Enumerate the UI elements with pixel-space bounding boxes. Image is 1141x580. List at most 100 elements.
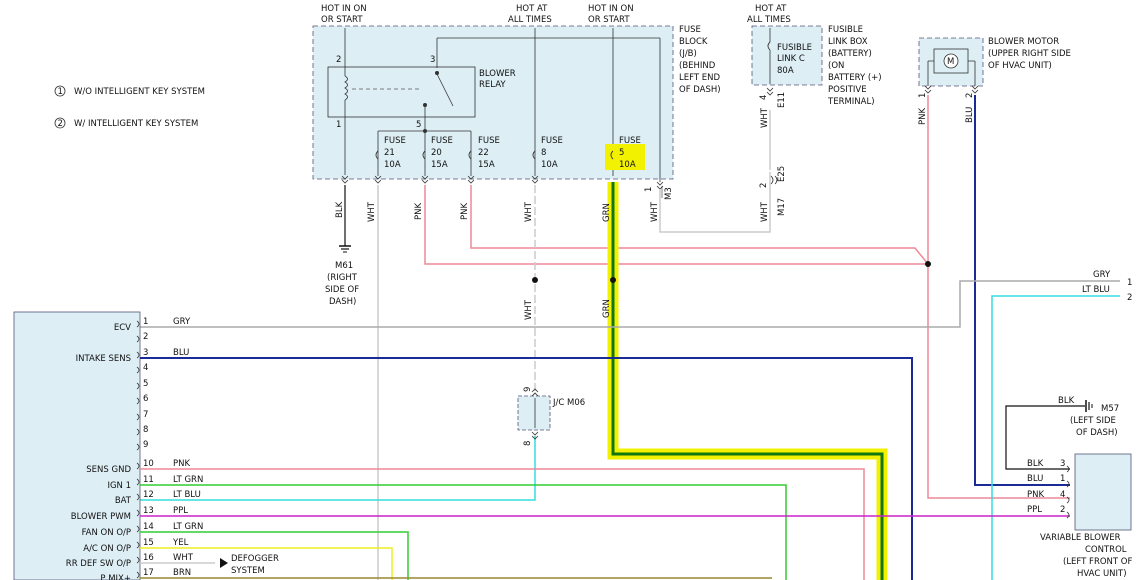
- legend-num-1: 1: [58, 87, 63, 97]
- ecu-pin-number: 14: [143, 522, 154, 532]
- svg-text:BATTERY (+): BATTERY (+): [828, 73, 882, 83]
- ecu-pin-name: SENS GND: [86, 465, 131, 475]
- svg-text:FUSE: FUSE: [541, 136, 563, 146]
- ecu-wire-color: WHT: [173, 553, 194, 563]
- svg-text:22: 22: [478, 148, 489, 158]
- fusible-link-box: FUSIBLE LINK C 80A FUSIBLE LINK BOX (BAT…: [751, 25, 882, 216]
- svg-text:BLK: BLK: [1058, 396, 1075, 406]
- ecu-pin-number: 15: [143, 538, 154, 548]
- svg-text:PNK: PNK: [460, 203, 470, 220]
- ecu-wire-color: PPL: [173, 506, 188, 516]
- svg-text:2: 2: [759, 183, 769, 188]
- svg-text:1: 1: [336, 120, 341, 130]
- svg-text:BLK: BLK: [1027, 459, 1044, 469]
- svg-text:2: 2: [336, 55, 341, 65]
- svg-text:PNK: PNK: [1027, 490, 1044, 500]
- svg-text:VARIABLE BLOWER: VARIABLE BLOWER: [1040, 533, 1121, 543]
- svg-text:OF HVAC UNIT): OF HVAC UNIT): [988, 61, 1052, 71]
- svg-text:M17: M17: [777, 198, 787, 216]
- ecu-wire-color: BLU: [173, 348, 189, 358]
- ecu-pin-name: RR DEF SW O/P: [66, 559, 131, 569]
- svg-text:LINK BOX: LINK BOX: [828, 37, 868, 47]
- svg-text:LINK C: LINK C: [777, 54, 805, 64]
- svg-text:LT BLU: LT BLU: [1082, 285, 1110, 295]
- svg-text:2: 2: [1060, 505, 1065, 515]
- svg-text:ALL TIMES: ALL TIMES: [508, 15, 552, 25]
- svg-text:1: 1: [1060, 474, 1065, 484]
- ecu-wire-color: PNK: [173, 459, 190, 469]
- ecu-pin-name: IGN 1: [107, 481, 131, 491]
- grn-circuit: [607, 182, 888, 580]
- svg-text:GRN: GRN: [602, 299, 612, 318]
- svg-text:WHT: WHT: [524, 201, 534, 222]
- ecu-pin-number: 17: [143, 568, 154, 578]
- svg-text:BLU: BLU: [1027, 474, 1043, 484]
- ecu-pin-name: P MIX+: [100, 574, 131, 580]
- svg-text:WHT: WHT: [760, 201, 770, 222]
- svg-text:HOT AT: HOT AT: [755, 4, 787, 14]
- ecu-pin-number: 5: [143, 379, 148, 389]
- svg-text:WHT: WHT: [650, 201, 660, 222]
- svg-text:BLOWER: BLOWER: [479, 69, 516, 79]
- blower-wiring-diagram: 1 W/O INTELLIGENT KEY SYSTEM 2 W/ INTELL…: [13, 4, 1132, 580]
- svg-text:WHT: WHT: [524, 299, 534, 320]
- svg-text:1: 1: [1127, 278, 1132, 288]
- ecu-pin-number: 16: [143, 553, 154, 563]
- svg-text:3: 3: [1060, 459, 1065, 469]
- ecu-wires: [140, 357, 1070, 580]
- svg-text:4: 4: [1060, 490, 1065, 500]
- svg-text:FUSE: FUSE: [384, 136, 406, 146]
- svg-text:HOT IN ON: HOT IN ON: [321, 4, 367, 14]
- svg-text:PPL: PPL: [1027, 505, 1042, 515]
- svg-text:20: 20: [431, 148, 442, 158]
- svg-text:1: 1: [918, 93, 928, 98]
- svg-text:BLOWER MOTOR: BLOWER MOTOR: [988, 37, 1059, 47]
- power-labels: HOT IN ON OR START HOT AT ALL TIMES HOT …: [321, 4, 791, 25]
- svg-text:BLU: BLU: [965, 107, 975, 123]
- svg-text:15A: 15A: [478, 160, 495, 170]
- ecu-wire-color: LT GRN: [173, 522, 203, 532]
- svg-text:POSITIVE: POSITIVE: [828, 85, 867, 95]
- ecu-pin-name: BLOWER PWM: [71, 512, 131, 522]
- svg-text:HVAC UNIT): HVAC UNIT): [1077, 569, 1127, 579]
- legend-text-1: W/O INTELLIGENT KEY SYSTEM: [74, 87, 205, 97]
- svg-text:CONTROL: CONTROL: [1085, 545, 1127, 555]
- legend-num-2: 2: [58, 119, 63, 129]
- ecu-pin-number: 2: [143, 332, 148, 342]
- svg-text:5: 5: [416, 120, 421, 130]
- m3-connector: M3: [664, 187, 674, 200]
- legend: 1 W/O INTELLIGENT KEY SYSTEM 2 W/ INTELL…: [54, 85, 205, 129]
- svg-text:J/C M06: J/C M06: [552, 398, 585, 408]
- svg-text:GRY: GRY: [1093, 270, 1111, 280]
- ecu-pin-number: 7: [143, 410, 148, 420]
- svg-text:2: 2: [965, 93, 975, 98]
- svg-text:15A: 15A: [431, 160, 448, 170]
- climate-control-unit: [13, 311, 141, 580]
- svg-text:(LEFT SIDE: (LEFT SIDE: [1070, 416, 1116, 426]
- svg-text:5: 5: [619, 148, 624, 158]
- svg-text:GRN: GRN: [602, 203, 612, 222]
- svg-text:8: 8: [523, 441, 533, 446]
- svg-text:LEFT END: LEFT END: [679, 73, 720, 83]
- blower-motor: M 1 2 BLOWER MOTOR (UPPER RIGHT SIDE OF …: [918, 37, 1071, 98]
- svg-text:WHT: WHT: [760, 107, 770, 128]
- ground-m61: M61 (RIGHT SIDE OF DASH): [325, 245, 359, 307]
- svg-text:OF DASH): OF DASH): [679, 85, 721, 95]
- svg-text:2: 2: [1127, 293, 1132, 303]
- ecu-pin-number: 10: [143, 459, 154, 469]
- ecu-pin-number: 4: [143, 363, 148, 373]
- svg-text:ALL TIMES: ALL TIMES: [747, 15, 791, 25]
- svg-text:PNK: PNK: [414, 203, 424, 220]
- ecu-pin-name: INTAKE SENS: [76, 354, 131, 364]
- svg-text:PNK: PNK: [918, 108, 928, 125]
- right-terminals: GRY LT BLU 1 2: [140, 270, 1132, 580]
- ecu-pin-name: ECV: [114, 323, 131, 333]
- ecu-pin-number: 11: [143, 475, 154, 485]
- fuse-block-label: FUSE BLOCK (J/B) (BEHIND LEFT END OF DAS…: [679, 25, 721, 95]
- ecu-pin-name: FAN ON O/P: [82, 528, 131, 538]
- svg-text:80A: 80A: [777, 66, 794, 76]
- svg-text:8: 8: [541, 148, 546, 158]
- svg-text:OR START: OR START: [588, 15, 630, 25]
- ecu-pin-number: 1: [143, 317, 148, 327]
- motor-symbol: M: [947, 57, 954, 67]
